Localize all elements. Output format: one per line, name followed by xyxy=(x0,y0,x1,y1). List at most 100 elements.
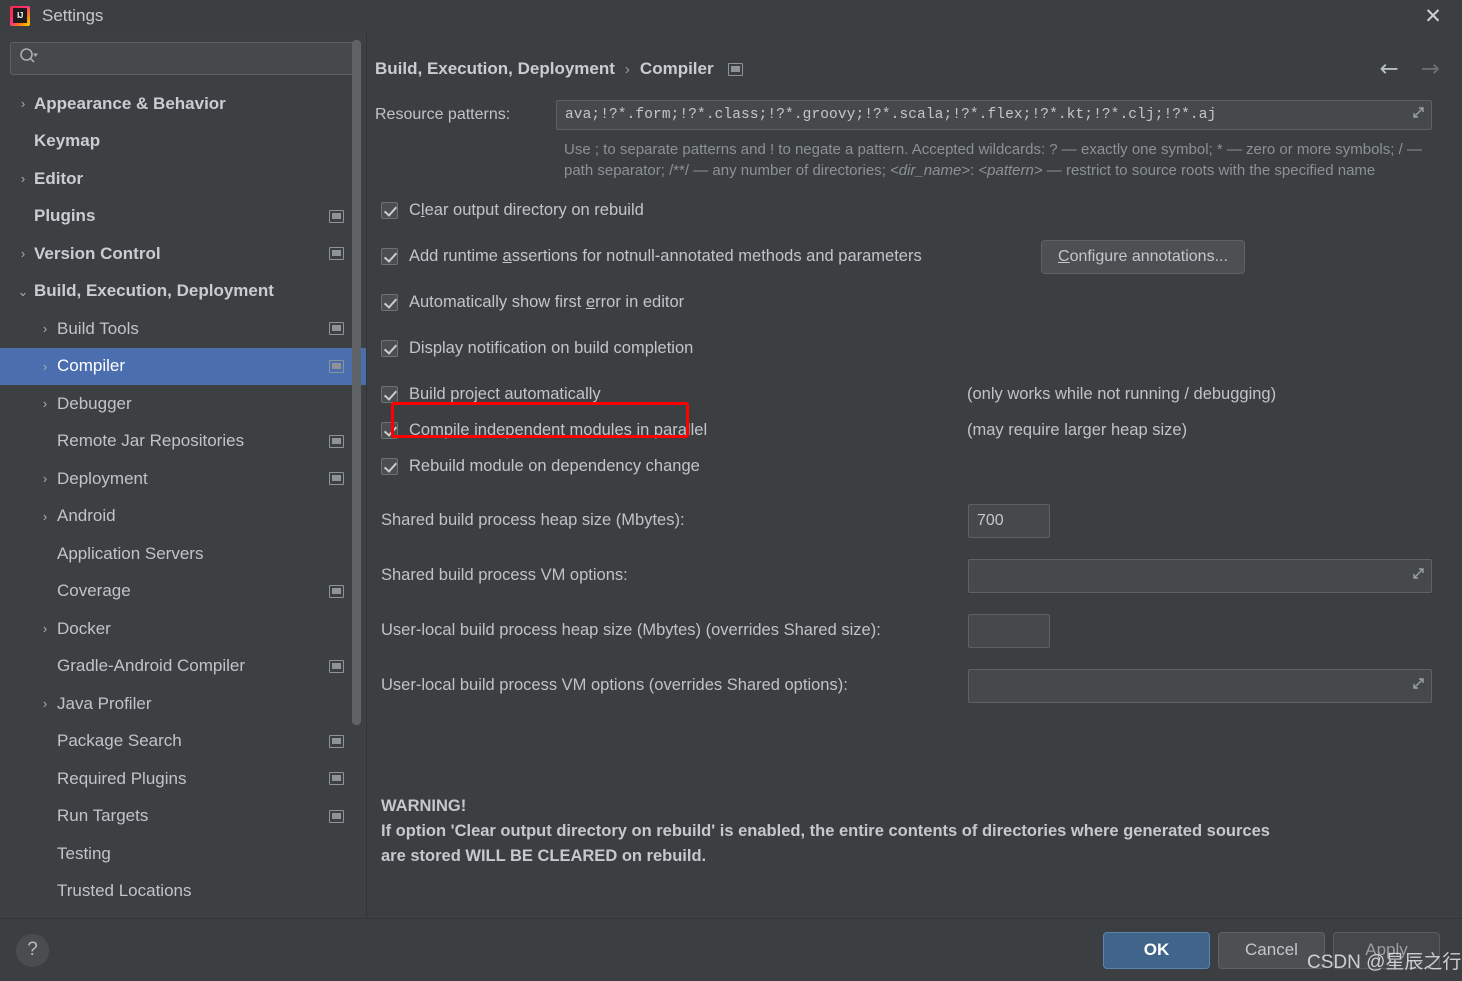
checkbox-row-compile-independent-modules-in-parallel: Compile independent modules in parallel (… xyxy=(375,414,1454,448)
sidebar-item-build-execution-deployment[interactable]: ⌄ Build, Execution, Deployment xyxy=(0,273,366,311)
sidebar-item-package-search[interactable]: Package Search xyxy=(0,723,366,761)
close-icon[interactable]: ✕ xyxy=(1404,0,1462,32)
sidebar-scrollbar-thumb[interactable] xyxy=(352,40,361,725)
checkbox-label-build-project-automatically[interactable]: Build project automatically xyxy=(409,385,601,404)
field-input-user-local-build-process-heap-size-mbytes-ov[interactable] xyxy=(968,613,1050,648)
field-input-user-local-build-process-vm-options-override[interactable] xyxy=(968,668,1432,703)
field-label-user-local-build-process-heap-size-mbytes-ov: User-local build process heap size (Mbyt… xyxy=(381,621,881,640)
sidebar-item-application-servers[interactable]: Application Servers xyxy=(0,535,366,573)
checkbox-label-display-notification-on-build-completion[interactable]: Display notification on build completion xyxy=(409,339,693,358)
sidebar-item-appearance-behavior[interactable]: › Appearance & Behavior xyxy=(0,85,366,123)
checkbox-label-rebuild-module-on-dependency-change[interactable]: Rebuild module on dependency change xyxy=(409,457,700,476)
chevron-right-icon[interactable]: › xyxy=(33,697,57,710)
sidebar-item-java-profiler[interactable]: › Java Profiler xyxy=(0,685,366,723)
settings-tree[interactable]: › Appearance & Behavior Keymap › Editor Plugi… xyxy=(0,83,366,918)
sidebar-item-remote-jar-repositories[interactable]: Remote Jar Repositories xyxy=(0,423,366,461)
sidebar-item-gradle-android-compiler[interactable]: Gradle-Android Compiler xyxy=(0,648,366,686)
checkbox-clear-output-directory-on-rebuild[interactable] xyxy=(381,202,398,220)
search-input[interactable] xyxy=(45,50,345,67)
ok-button[interactable]: OK xyxy=(1103,931,1210,969)
sidebar-item-label: Appearance & Behavior xyxy=(34,93,226,113)
checkbox-add-runtime-assertions-for-notnull-annotated-m[interactable] xyxy=(381,248,398,266)
help-icon[interactable]: ? xyxy=(16,933,49,967)
intellij-idea-logo-icon xyxy=(10,6,30,26)
sidebar-item-label: Remote Jar Repositories xyxy=(57,431,245,451)
chevron-right-icon[interactable]: › xyxy=(12,247,34,260)
sidebar-item-testing[interactable]: Testing xyxy=(0,835,366,873)
sidebar-item-deployment[interactable]: › Deployment xyxy=(0,460,366,498)
expand-editor-icon[interactable] xyxy=(1410,675,1427,697)
sidebar-item-label: Gradle-Android Compiler xyxy=(57,656,246,676)
sidebar-item-version-control[interactable]: › Version Control xyxy=(0,235,366,273)
checkbox-build-project-automatically[interactable] xyxy=(381,386,398,404)
chevron-right-icon[interactable]: › xyxy=(12,97,34,110)
back-arrow-icon[interactable]: ← xyxy=(1379,57,1398,81)
field-label-shared-build-process-heap-size-mbytes: Shared build process heap size (Mbytes): xyxy=(381,511,685,530)
resource-patterns-field[interactable]: ava;!?*.form;!?*.class;!?*.groovy;!?*.sc… xyxy=(556,100,1432,130)
chevron-right-icon[interactable]: › xyxy=(12,172,34,185)
search-box[interactable] xyxy=(10,42,354,75)
expand-editor-icon[interactable] xyxy=(1410,565,1427,587)
sidebar-item-label: Deployment xyxy=(57,468,148,488)
field-input-shared-build-process-vm-options[interactable] xyxy=(968,558,1432,593)
checkbox-row-display-notification-on-build-completion: Display notification on build completion xyxy=(375,332,1454,366)
checkbox-compile-independent-modules-in-parallel[interactable] xyxy=(381,422,398,440)
sidebar-item-coverage[interactable]: Coverage xyxy=(0,573,366,611)
project-settings-icon xyxy=(329,434,344,448)
warning-line-1: If option 'Clear output directory on reb… xyxy=(381,821,1270,840)
checkbox-note: (only works while not running / debuggin… xyxy=(967,385,1277,404)
checkbox-display-notification-on-build-completion[interactable] xyxy=(381,340,398,358)
chevron-right-icon[interactable]: › xyxy=(33,472,57,485)
cancel-button[interactable]: Cancel xyxy=(1218,931,1325,969)
sidebar-scrollbar[interactable] xyxy=(351,32,362,918)
sidebar-item-docker[interactable]: › Docker xyxy=(0,610,366,648)
navigation-arrows: ← → xyxy=(1379,57,1462,81)
sidebar-item-build-tools[interactable]: › Build Tools xyxy=(0,310,366,348)
hint-line-3: source roots with the specified name xyxy=(1131,162,1376,180)
resource-patterns-hint: Use ; to separate patterns and ! to nega… xyxy=(564,139,1432,182)
sidebar-item-label: Required Plugins xyxy=(57,768,187,788)
project-settings-icon xyxy=(329,584,344,598)
sidebar-item-trusted-locations[interactable]: Trusted Locations xyxy=(0,873,366,911)
checkbox-list: Clear output directory on rebuild Add run… xyxy=(375,194,1454,484)
breadcrumb-separator-icon: › xyxy=(624,60,630,78)
chevron-right-icon[interactable]: › xyxy=(33,510,57,523)
chevron-right-icon[interactable]: › xyxy=(33,397,57,410)
checkbox-label-clear-output-directory-on-rebuild[interactable]: Clear output directory on rebuild xyxy=(409,201,644,220)
field-input-shared-build-process-heap-size-mbytes[interactable]: 700 xyxy=(968,503,1050,538)
sidebar-item-debugger[interactable]: › Debugger xyxy=(0,385,366,423)
apply-button[interactable]: Apply xyxy=(1333,931,1440,969)
sidebar-item-plugins[interactable]: Plugins xyxy=(0,198,366,236)
sidebar-item-editor[interactable]: › Editor xyxy=(0,160,366,198)
checkbox-label-compile-independent-modules-in-parallel[interactable]: Compile independent modules in parallel xyxy=(409,421,707,440)
checkbox-label-add-runtime-assertions-for-notnull-annotated-m[interactable]: Add runtime assertions for notnull-annot… xyxy=(409,247,922,266)
chevron-right-icon[interactable]: › xyxy=(33,622,57,635)
chevron-right-icon[interactable]: › xyxy=(33,360,57,373)
configure-annotations-button[interactable]: Configure annotations... xyxy=(1041,239,1245,274)
field-row-shared-build-process-vm-options: Shared build process VM options: xyxy=(375,558,1454,594)
window-title: Settings xyxy=(42,6,104,25)
checkbox-automatically-show-first-error-in-editor[interactable] xyxy=(381,294,398,312)
sidebar-item-required-plugins[interactable]: Required Plugins xyxy=(0,760,366,798)
chevron-right-icon[interactable]: › xyxy=(33,322,57,335)
sidebar-item-label: Debugger xyxy=(57,393,132,413)
sidebar-item-label: Version Control xyxy=(34,243,161,263)
sidebar-item-keymap[interactable]: Keymap xyxy=(0,123,366,161)
field-row-user-local-build-process-vm-options-override: User-local build process VM options (ove… xyxy=(375,668,1454,704)
checkbox-rebuild-module-on-dependency-change[interactable] xyxy=(381,458,398,476)
field-row-shared-build-process-heap-size-mbytes: Shared build process heap size (Mbytes):… xyxy=(375,503,1454,539)
checkbox-label-automatically-show-first-error-in-editor[interactable]: Automatically show first error in editor xyxy=(409,293,684,312)
expand-editor-icon[interactable] xyxy=(1410,104,1427,126)
project-settings-icon xyxy=(329,809,344,823)
breadcrumb-parent[interactable]: Build, Execution, Deployment xyxy=(375,59,615,79)
chevron-down-icon[interactable]: ⌄ xyxy=(12,285,34,298)
sidebar-item-label: Plugins xyxy=(34,206,96,226)
sidebar-item-run-targets[interactable]: Run Targets xyxy=(0,798,366,836)
sidebar-item-android[interactable]: › Android xyxy=(0,498,366,536)
hint-pattern: <pattern> xyxy=(978,162,1043,180)
label-pre: C xyxy=(409,201,421,220)
sidebar-item-label: Package Search xyxy=(57,731,182,751)
sidebar-item-label: Editor xyxy=(34,168,84,188)
sidebar-item-compiler[interactable]: › Compiler xyxy=(0,347,366,385)
project-settings-icon xyxy=(329,734,344,748)
